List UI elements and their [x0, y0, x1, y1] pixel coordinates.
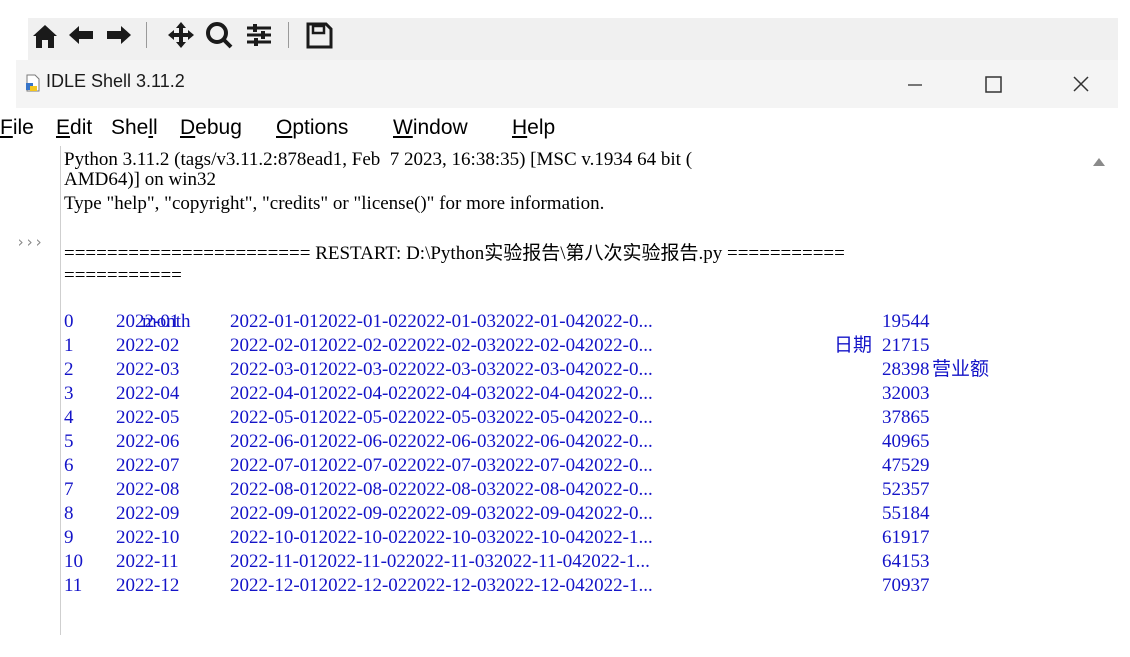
row-index: 0: [64, 311, 74, 332]
row-index: 5: [64, 431, 74, 452]
row-dates: 2022-09-012022-09-022022-09-032022-09-04…: [230, 503, 653, 524]
row-month: 2022-08: [116, 479, 180, 500]
title-bar: IDLE Shell 3.11.2: [16, 60, 1118, 108]
row-sales: 70937: [882, 575, 930, 596]
banner-line: Type "help", "copyright", "credits" or "…: [64, 193, 605, 214]
row-index: 9: [64, 527, 74, 548]
row-dates: 2022-08-012022-08-022022-08-032022-08-04…: [230, 479, 653, 500]
row-dates: 2022-06-012022-06-022022-06-032022-06-04…: [230, 431, 653, 452]
maximize-button[interactable]: [963, 65, 1023, 103]
row-index: 1: [64, 335, 74, 356]
row-month: 2022-12: [116, 575, 180, 596]
idle-app-icon: [26, 74, 40, 92]
row-dates: 2022-04-012022-04-022022-04-032022-04-04…: [230, 383, 653, 404]
row-month: 2022-01: [116, 311, 180, 332]
row-index: 6: [64, 455, 74, 476]
row-dates: 2022-10-012022-10-022022-10-032022-10-04…: [230, 527, 653, 548]
row-month: 2022-02: [116, 335, 180, 356]
row-month: 2022-10: [116, 527, 180, 548]
zoom-icon[interactable]: [204, 20, 234, 50]
row-sales: 19544: [882, 311, 930, 332]
menu-window[interactable]: Window: [393, 116, 468, 140]
row-dates: 2022-05-012022-05-022022-05-032022-05-04…: [230, 407, 653, 428]
row-sales: 21715: [882, 335, 930, 356]
row-index: 4: [64, 407, 74, 428]
row-sales: 61917: [882, 527, 930, 548]
forward-arrow-icon[interactable]: [104, 20, 134, 50]
row-index: 2: [64, 359, 74, 380]
row-index: 3: [64, 383, 74, 404]
window-title: IDLE Shell 3.11.2: [46, 71, 185, 91]
row-month: 2022-03: [116, 359, 180, 380]
restart-line: ===========: [64, 265, 182, 286]
row-sales: 64153: [882, 551, 930, 572]
row-index: 10: [64, 551, 83, 572]
row-sales: 40965: [882, 431, 930, 452]
header-date: 日期: [834, 335, 873, 356]
output-header-row: month 日期 营业额: [64, 286, 989, 380]
menu-shell[interactable]: Shell: [111, 116, 158, 140]
row-month: 2022-09: [116, 503, 180, 524]
row-sales: 55184: [882, 503, 930, 524]
scroll-up-arrow-icon[interactable]: [1093, 158, 1105, 166]
row-sales: 52357: [882, 479, 930, 500]
line-sidebar: ›››: [16, 146, 61, 635]
row-index: 11: [64, 575, 83, 596]
close-button[interactable]: [1052, 65, 1112, 103]
configure-subplots-icon[interactable]: [244, 20, 274, 50]
home-icon[interactable]: [30, 20, 60, 50]
row-sales: 32003: [882, 383, 930, 404]
row-sales: 28398: [882, 359, 930, 380]
banner-line: AMD64)] on win32: [64, 169, 216, 190]
vertical-scrollbar[interactable]: [1082, 146, 1118, 635]
menu-bar: File Edit Shell Debug Options Window Hel…: [0, 108, 1118, 146]
menu-debug[interactable]: Debug: [180, 116, 242, 140]
row-dates: 2022-11-012022-11-022022-11-032022-11-04…: [230, 551, 650, 572]
back-arrow-icon[interactable]: [66, 20, 96, 50]
row-index: 7: [64, 479, 74, 500]
shell-prompt: ›››: [16, 233, 44, 251]
save-icon[interactable]: [304, 20, 334, 50]
idle-shell-window: IDLE Shell 3.11.2 File Edit Shell Debug …: [0, 60, 1118, 635]
row-sales: 47529: [882, 455, 930, 476]
row-month: 2022-06: [116, 431, 180, 452]
row-index: 8: [64, 503, 74, 524]
header-sales: 营业额: [932, 359, 990, 380]
toolbar-separator: [146, 22, 147, 48]
row-month: 2022-04: [116, 383, 180, 404]
row-dates: 2022-07-012022-07-022022-07-032022-07-04…: [230, 455, 653, 476]
plot-toolbar: [0, 0, 1130, 60]
menu-help[interactable]: Help: [512, 116, 555, 140]
restart-line: ======================= RESTART: D:\Pyth…: [64, 243, 845, 264]
toolbar-separator: [288, 22, 289, 48]
row-dates: 2022-02-012022-02-022022-02-032022-02-04…: [230, 335, 653, 356]
row-dates: 2022-03-012022-03-022022-03-032022-03-04…: [230, 359, 653, 380]
menu-options[interactable]: Options: [276, 116, 348, 140]
menu-edit[interactable]: Edit: [56, 116, 92, 140]
row-month: 2022-11: [116, 551, 179, 572]
row-month: 2022-07: [116, 455, 180, 476]
row-month: 2022-05: [116, 407, 180, 428]
minimize-button[interactable]: [884, 65, 944, 103]
row-dates: 2022-12-012022-12-022022-12-032022-12-04…: [230, 575, 653, 596]
row-dates: 2022-01-012022-01-022022-01-032022-01-04…: [230, 311, 653, 332]
menu-file[interactable]: File: [0, 116, 34, 140]
pan-icon[interactable]: [166, 20, 196, 50]
shell-text-area[interactable]: Python 3.11.2 (tags/v3.11.2:878ead1, Feb…: [64, 146, 1082, 635]
row-sales: 37865: [882, 407, 930, 428]
